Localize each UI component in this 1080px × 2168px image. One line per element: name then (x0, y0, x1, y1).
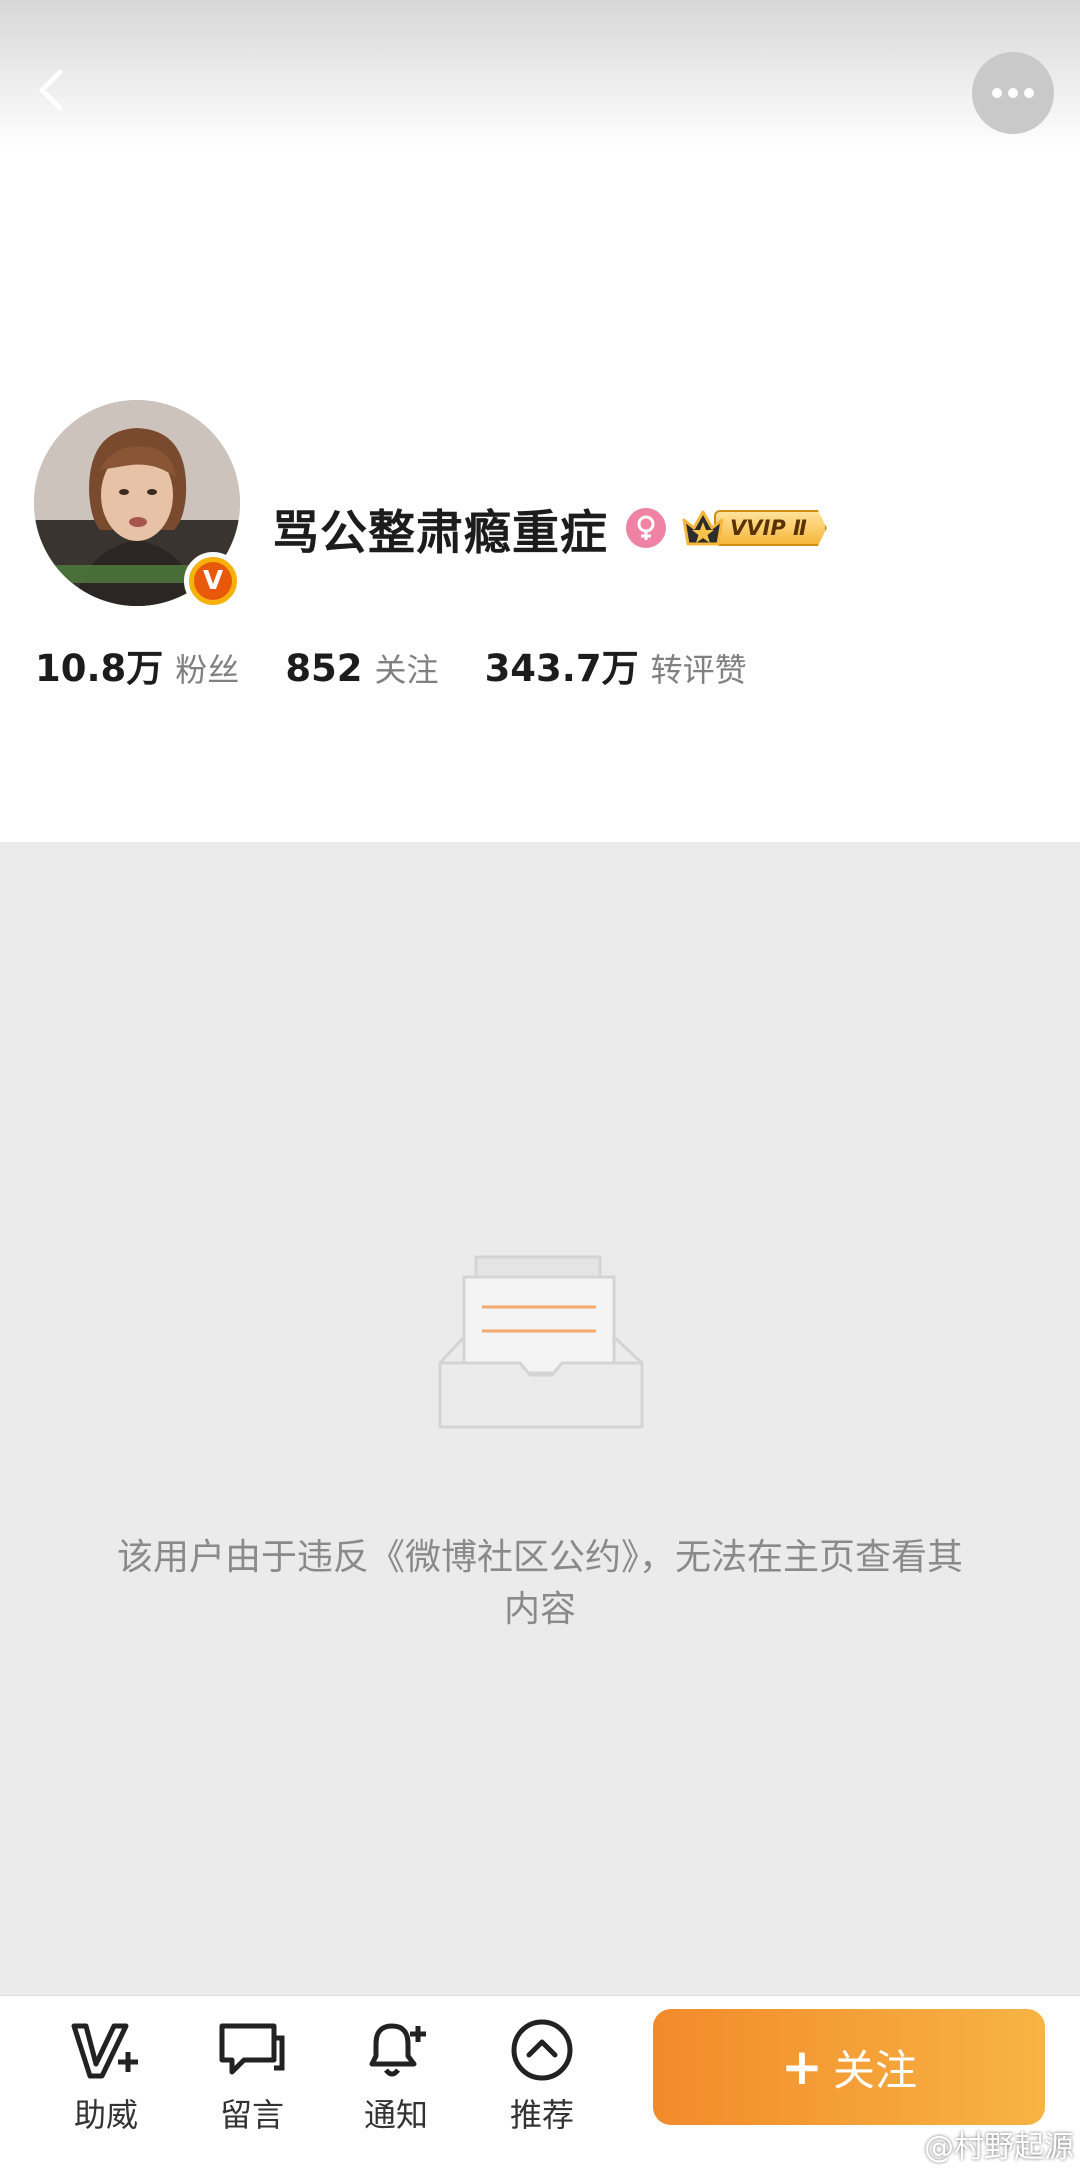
nav-label: 通知 (363, 2096, 428, 2134)
more-button[interactable] (972, 52, 1054, 134)
username: 骂公整肃瘾重症 (272, 505, 608, 561)
stat-label: 粉丝 (175, 651, 240, 689)
nav-cheer[interactable]: 助威 (51, 2016, 161, 2136)
vvip-badge[interactable]: VVIP Ⅱ (680, 508, 827, 548)
female-icon (626, 508, 666, 548)
avatar-container[interactable]: V (34, 400, 242, 610)
nav-label: 留言 (219, 2096, 284, 2134)
stat-value: 343.7万 (484, 647, 639, 690)
nav-label: 助威 (73, 2096, 138, 2134)
chevron-left-icon (39, 69, 63, 111)
nav-message[interactable]: 留言 (197, 2016, 307, 2136)
stat-value: 10.8万 (35, 647, 164, 690)
watermark: @村野起源 (884, 2124, 1074, 2165)
stat-label: 关注 (374, 651, 439, 689)
empty-inbox-icon (438, 1255, 644, 1429)
verified-v-icon: V (194, 562, 232, 600)
plus-icon: + (781, 2038, 823, 2096)
stat-followers[interactable]: 10.8万 粉丝 (35, 638, 239, 692)
v-plus-icon (70, 2016, 142, 2084)
follow-label: 关注 (832, 2045, 917, 2095)
back-button[interactable] (22, 60, 82, 120)
restriction-notice: 该用户由于违反《微博社区公约》，无法在主页查看其内容 (116, 1537, 963, 1630)
follow-button[interactable]: + 关注 (653, 2009, 1045, 2125)
stat-value: 852 (285, 647, 363, 690)
profile-stats: 10.8万 粉丝 852 关注 343.7万 转评赞 (35, 638, 793, 690)
vvip-label: VVIP Ⅱ (714, 510, 827, 546)
stat-following[interactable]: 852 关注 (285, 645, 438, 691)
verified-badge: V (184, 552, 242, 610)
profile-header: V 骂公整肃瘾重症 VVIP Ⅱ 10.8万 粉丝 852 关注 343.7万 … (0, 0, 1080, 842)
ellipsis-icon (992, 88, 1034, 98)
crown-icon (682, 510, 724, 546)
bell-plus-icon (360, 2016, 432, 2084)
watermark-text: @村野起源 (924, 2130, 1074, 2165)
stat-reposts-comments-likes[interactable]: 343.7万 转评赞 (485, 638, 747, 692)
message-icon (216, 2016, 288, 2084)
top-gradient (0, 0, 1080, 150)
chevron-up-circle-icon (506, 2016, 578, 2084)
nav-recommend[interactable]: 推荐 (487, 2016, 597, 2136)
nav-label: 推荐 (509, 2096, 574, 2134)
name-row: 骂公整肃瘾重症 VVIP Ⅱ (272, 492, 827, 564)
weibo-logo-icon (884, 2132, 917, 2158)
stat-label: 转评赞 (650, 651, 747, 689)
nav-notify[interactable]: 通知 (341, 2016, 451, 2136)
